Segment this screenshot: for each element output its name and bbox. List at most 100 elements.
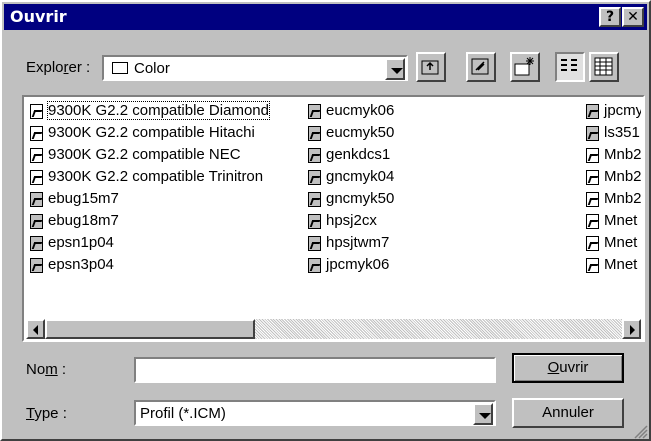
file-list[interactable]: 9300K G2.2 compatible Diamond 9300K G2.2… (22, 95, 645, 342)
profile-icon (30, 258, 43, 273)
list-item[interactable]: Mnb2 (586, 167, 641, 189)
list-item[interactable]: 9300K G2.2 compatible Diamond (30, 101, 296, 123)
file-name: 9300K G2.2 compatible NEC (48, 146, 241, 163)
file-name: ebug15m7 (48, 190, 119, 207)
list-item[interactable]: gncmyk04 (308, 167, 508, 189)
file-name: eucmyk50 (326, 124, 395, 141)
list-item[interactable]: epsn1p04 (30, 233, 296, 255)
profile-icon (586, 104, 599, 119)
profile-icon (308, 126, 321, 141)
file-name: 9300K G2.2 compatible Diamond (47, 101, 270, 120)
file-name: gncmyk50 (326, 190, 395, 207)
list-item[interactable]: jpcmy (586, 101, 641, 123)
file-column-2: eucmyk06 eucmyk50 genkdcs1 gncmyk04 gncm… (308, 101, 508, 277)
title-bar[interactable]: Ouvrir ? ✕ (4, 4, 647, 30)
folder-icon (112, 62, 128, 74)
list-item[interactable]: ls351 (586, 123, 641, 145)
profile-link-icon (586, 148, 599, 163)
list-item[interactable]: Mnb2 (586, 145, 641, 167)
list-item[interactable]: hpsj2cx (308, 211, 508, 233)
file-name: jpcmyk06 (326, 256, 390, 273)
list-item[interactable]: ebug15m7 (30, 189, 296, 211)
filetype-dropdown-button[interactable] (473, 403, 493, 425)
list-item[interactable]: gncmyk50 (308, 189, 508, 211)
file-name: eucmyk06 (326, 102, 395, 119)
profile-link-icon (30, 126, 43, 141)
file-name: jpcmy (604, 102, 641, 119)
up-folder-button[interactable] (416, 52, 446, 82)
list-item[interactable]: Mnet (586, 233, 641, 255)
list-item[interactable]: Mnet (586, 255, 641, 277)
profile-icon (30, 192, 43, 207)
profile-icon (308, 170, 321, 185)
file-name: ls351 (604, 124, 640, 141)
details-view-button[interactable] (589, 52, 619, 82)
scroll-thumb[interactable] (45, 319, 255, 339)
list-item[interactable]: eucmyk50 (308, 123, 508, 145)
file-name: ebug18m7 (48, 212, 119, 229)
file-name: Mnet (604, 212, 638, 229)
file-name: genkdcs1 (326, 146, 391, 163)
open-button-label: uvrir (559, 359, 589, 376)
list-item[interactable]: 9300K G2.2 compatible Hitachi (30, 123, 296, 145)
open-button[interactable]: Ouvrir (512, 353, 624, 383)
close-button[interactable]: ✕ (622, 7, 644, 27)
open-button-accel: O (547, 359, 560, 376)
desktop-button[interactable] (466, 52, 496, 82)
file-name: hpsj2cx (326, 212, 377, 229)
cancel-button[interactable]: Annuler (512, 398, 624, 428)
list-item[interactable]: jpcmyk06 (308, 255, 508, 277)
list-item[interactable]: 9300K G2.2 compatible NEC (30, 145, 296, 167)
open-dialog: Ouvrir ? ✕ Explorer : Color 9300K G2.2 c… (0, 0, 651, 441)
lookin-value: Color (134, 60, 170, 77)
filename-input[interactable] (134, 357, 496, 383)
help-button[interactable]: ? (599, 7, 621, 27)
file-name: epsn1p04 (48, 234, 114, 251)
file-name: epsn3p04 (48, 256, 114, 273)
list-item[interactable]: 9300K G2.2 compatible Trinitron (30, 167, 296, 189)
filename-label: Nom : (26, 361, 66, 378)
profile-icon (308, 214, 321, 229)
file-name: gncmyk04 (326, 168, 395, 185)
scroll-right-button[interactable] (622, 319, 641, 339)
filename-label-pre: No (26, 361, 46, 378)
file-name: hpsjtwm7 (326, 234, 390, 251)
profile-link-icon (30, 104, 43, 119)
new-folder-button[interactable] (510, 52, 540, 82)
lookin-combo[interactable]: Color (102, 55, 408, 81)
profile-link-icon (30, 148, 43, 163)
list-item[interactable]: genkdcs1 (308, 145, 508, 167)
lookin-dropdown-button[interactable] (385, 58, 405, 80)
profile-link-icon (586, 192, 599, 207)
profile-icon (30, 236, 43, 251)
resize-grip-icon[interactable] (632, 423, 648, 439)
lookin-label-pre: Explo (26, 59, 64, 76)
new-folder-icon (514, 57, 534, 76)
list-item[interactable]: Mnet (586, 211, 641, 233)
up-folder-icon (421, 60, 439, 75)
filetype-combo[interactable]: Profil (*.ICM) (134, 400, 496, 426)
scroll-left-button[interactable] (26, 319, 45, 339)
window-title: Ouvrir (10, 7, 67, 26)
filetype-value: Profil (*.ICM) (140, 405, 226, 422)
list-item[interactable]: hpsjtwm7 (308, 233, 508, 255)
list-item[interactable]: Mnb2 (586, 189, 641, 211)
file-name: Mnb2 (604, 146, 641, 163)
list-view-button[interactable] (555, 52, 585, 82)
list-item[interactable]: ebug18m7 (30, 211, 296, 233)
profile-icon (586, 126, 599, 141)
profile-icon (308, 148, 321, 163)
file-name: Mnb2 (604, 190, 641, 207)
filetype-label: Type : (26, 405, 67, 422)
horizontal-scrollbar[interactable] (26, 319, 641, 339)
profile-icon (30, 214, 43, 229)
file-column-3: jpcmy ls351 Mnb2 Mnb2 Mnb2 Mnet Mnet Mne… (586, 101, 641, 277)
profile-icon (308, 104, 321, 119)
list-item[interactable]: epsn3p04 (30, 255, 296, 277)
file-name: Mnet (604, 234, 638, 251)
file-name: 9300K G2.2 compatible Trinitron (48, 168, 264, 185)
list-item[interactable]: eucmyk06 (308, 101, 508, 123)
filetype-label-post: ype : (34, 405, 67, 422)
profile-link-icon (586, 170, 599, 185)
lookin-label-post: er : (68, 59, 91, 76)
